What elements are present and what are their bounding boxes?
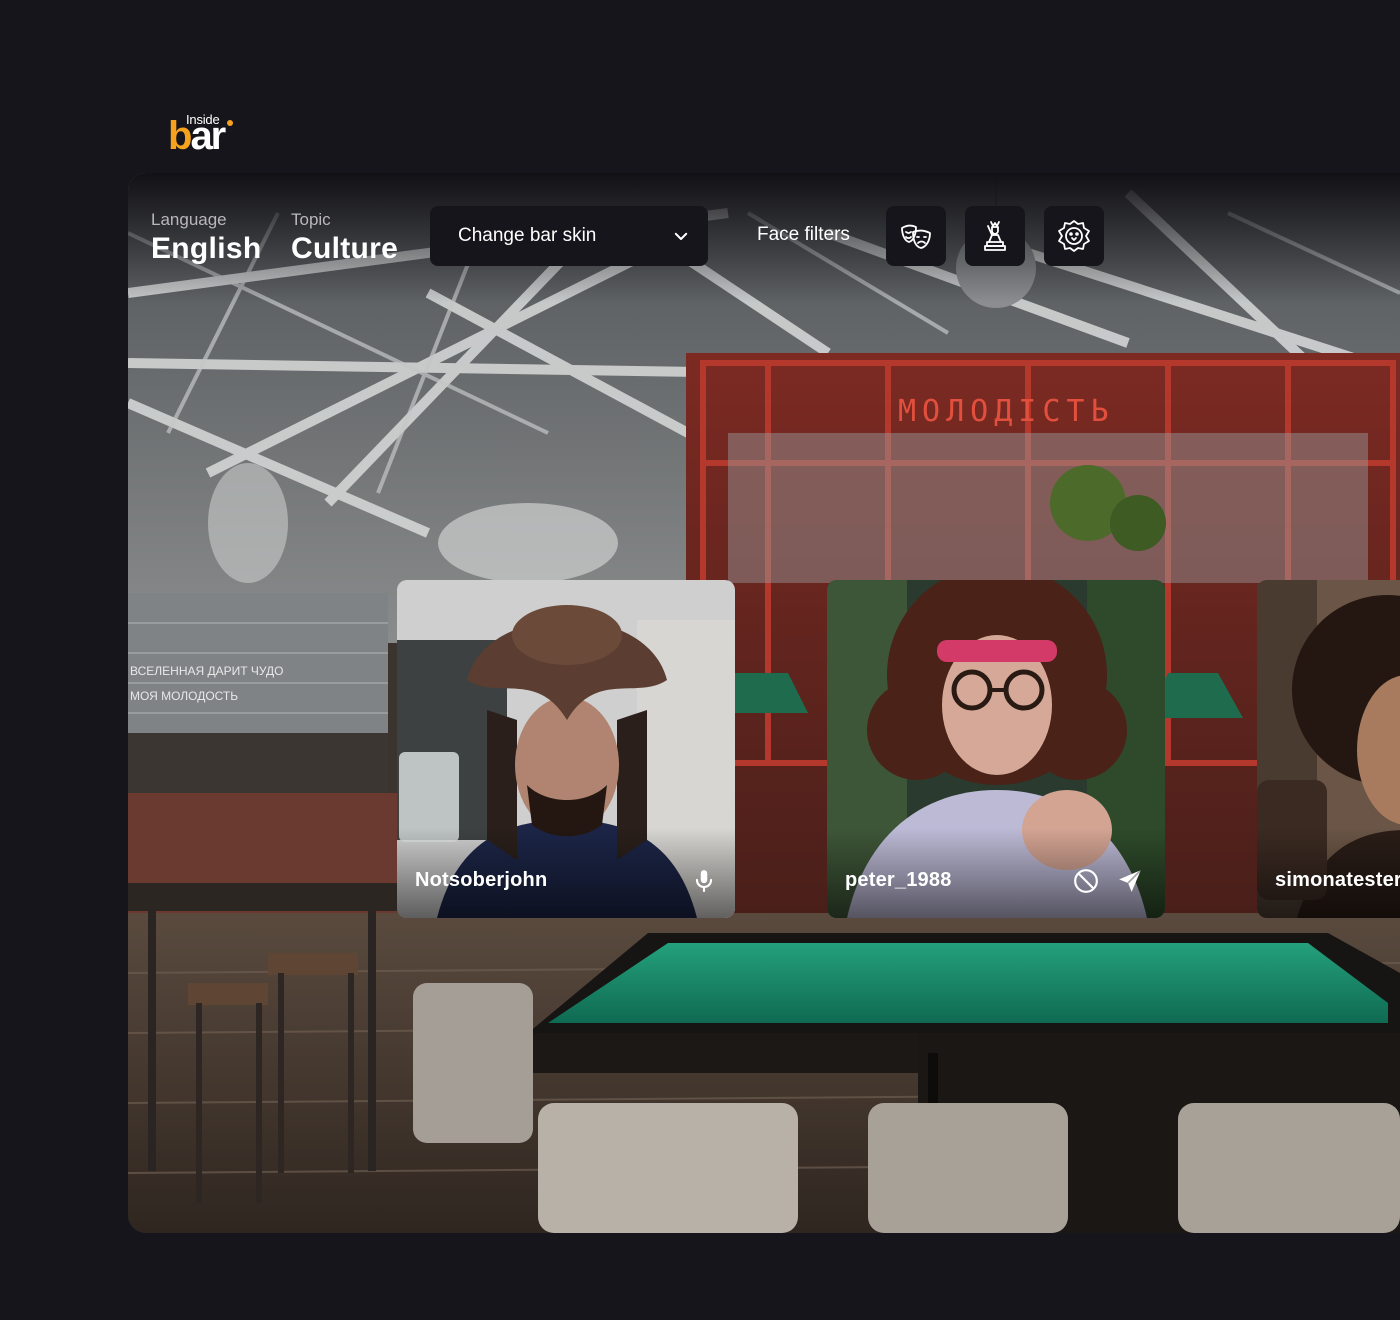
change-bar-skin-dropdown[interactable]: Change bar skin	[430, 206, 708, 266]
microphone-button[interactable]	[689, 866, 719, 896]
participant-tile-peter-1988[interactable]: peter_1988	[827, 580, 1165, 918]
logo-b: b	[168, 114, 192, 158]
topic-info[interactable]: Topic Culture	[291, 209, 398, 267]
participant-name: Notsoberjohn	[415, 869, 548, 891]
bar-scene: ВСЕЛЕННАЯ ДАРИТ ЧУДО МОЯ МОЛОДОСТЬ МОЛОД…	[128, 173, 1400, 1233]
chevron-down-icon	[674, 232, 688, 240]
participant-tile-notsoberjohn[interactable]: Notsoberjohn	[397, 580, 735, 918]
send-message-button[interactable]	[1115, 866, 1145, 896]
language-label: Language	[151, 210, 227, 229]
face-filter-statue-button[interactable]	[965, 206, 1025, 266]
face-filters-label: Face filters	[757, 224, 850, 245]
insidebar-logo[interactable]: Inside bar	[168, 110, 248, 156]
statue-icon	[984, 221, 1006, 251]
microphone-icon	[695, 870, 713, 892]
wall-text-1: ВСЕЛЕННАЯ ДАРИТ ЧУДО	[130, 664, 283, 678]
participant-name: simonatester	[1275, 869, 1400, 891]
bar-room-background: ВСЕЛЕННАЯ ДАРИТ ЧУДО МОЯ МОЛОДОСТЬ МОЛОД…	[128, 173, 1400, 1233]
participant-name: peter_1988	[845, 869, 952, 891]
topic-value: Culture	[291, 232, 399, 265]
lion-face-icon	[1058, 220, 1090, 252]
face-filter-masks-button[interactable]	[886, 206, 946, 266]
wall-text-2: МОЯ МОЛОДОСТЬ	[130, 689, 238, 703]
language-value: English	[151, 232, 262, 265]
block-icon	[1074, 869, 1098, 893]
logo-dot	[227, 120, 233, 126]
participant-tile-simonatester[interactable]: simonatester	[1257, 580, 1400, 918]
theater-masks-icon	[901, 224, 931, 249]
send-icon	[1119, 869, 1142, 892]
neon-sign: МОЛОДІСТЬ	[898, 394, 1115, 429]
change-bar-skin-label: Change bar skin	[458, 225, 597, 246]
logo-ar: ar	[190, 114, 226, 158]
face-filter-lion-button[interactable]	[1044, 206, 1104, 266]
block-user-button[interactable]	[1071, 866, 1101, 896]
language-info[interactable]: Language English	[151, 209, 261, 267]
topic-label: Topic	[291, 210, 331, 229]
logo-wordmark: bar	[168, 114, 226, 158]
